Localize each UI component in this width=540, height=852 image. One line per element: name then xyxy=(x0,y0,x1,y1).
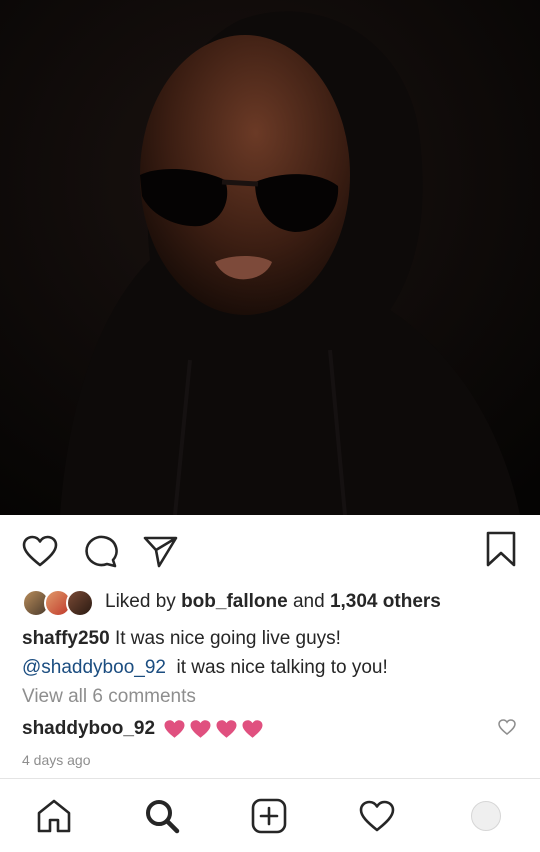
likes-conjunction: and xyxy=(292,591,325,612)
paper-plane-icon xyxy=(143,536,178,568)
new-post-icon xyxy=(251,798,287,834)
heart-emoji-icon xyxy=(190,720,211,738)
nav-home-button[interactable] xyxy=(34,797,74,835)
caption-username[interactable]: shaffy250 xyxy=(22,628,110,649)
nav-profile-avatar[interactable] xyxy=(471,801,501,831)
liker-username[interactable]: bob_fallone xyxy=(181,591,288,613)
comment-username[interactable]: shaddyboo_92 xyxy=(22,718,155,740)
nav-search-button[interactable] xyxy=(142,797,182,835)
comment-heart-emojis xyxy=(163,719,264,739)
likes-prefix: Liked by xyxy=(105,591,176,612)
caption-text: It was nice going live guys! xyxy=(114,628,341,649)
heart-emoji-icon xyxy=(216,720,237,738)
view-all-comments-link[interactable]: View all 6 comments xyxy=(22,686,196,708)
likes-summary[interactable]: Liked by bob_fallone and 1,304 others xyxy=(22,588,441,617)
activity-heart-icon xyxy=(359,800,395,832)
like-button[interactable] xyxy=(20,532,60,570)
comment-like-button[interactable] xyxy=(496,716,518,738)
bookmark-icon xyxy=(486,531,516,567)
nav-new-post-button[interactable] xyxy=(249,797,289,835)
post-photo-image xyxy=(0,0,540,515)
search-icon xyxy=(146,800,180,834)
post-photo[interactable] xyxy=(0,0,540,515)
caption-mention[interactable]: @shaddyboo_92 xyxy=(22,657,166,678)
post-caption: shaffy250 It was nice going live guys! @… xyxy=(22,624,522,682)
save-button[interactable] xyxy=(482,529,520,569)
heart-emoji-icon xyxy=(164,720,185,738)
heart-outline-icon xyxy=(498,719,516,735)
bottom-navigation xyxy=(0,778,540,852)
caption-text-2: it was nice talking to you! xyxy=(176,657,388,678)
liker-avatar xyxy=(66,589,94,617)
speech-bubble-icon xyxy=(85,535,118,568)
home-icon xyxy=(37,799,71,833)
post-timestamp: 4 days ago xyxy=(22,752,91,768)
comment-button[interactable] xyxy=(80,532,120,570)
nav-activity-button[interactable] xyxy=(357,797,397,835)
comment-item: shaddyboo_92 xyxy=(22,715,522,743)
liker-avatars xyxy=(22,589,96,617)
heart-emoji-icon xyxy=(242,720,263,738)
likes-others-count[interactable]: 1,304 others xyxy=(330,591,441,613)
heart-outline-icon xyxy=(22,535,58,567)
share-button[interactable] xyxy=(140,532,180,570)
post-actions-bar xyxy=(0,515,540,585)
